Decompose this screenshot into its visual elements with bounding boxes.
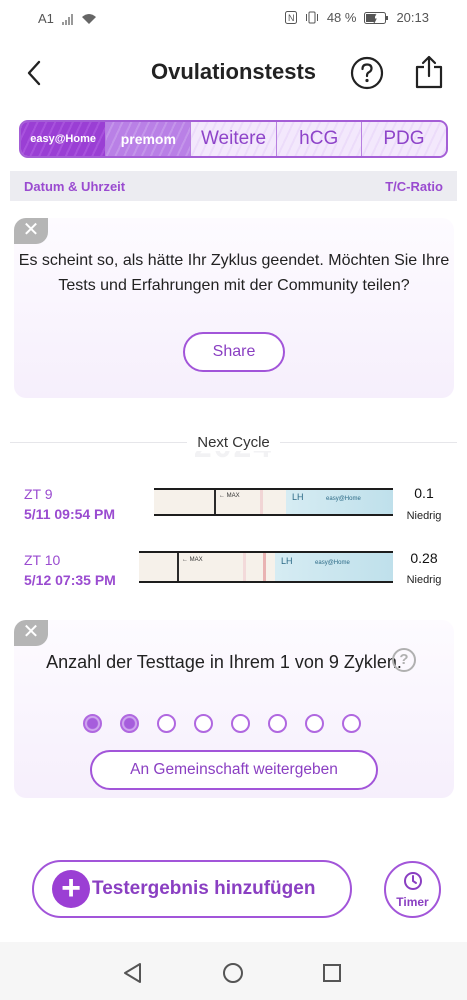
cycle-ended-card: ✕ Es scheint so, als hätte Ihr Zyklus ge…	[14, 218, 454, 398]
test-strip-image: ← MAX LH easy@Home	[154, 488, 393, 516]
question-circle-icon[interactable]	[350, 56, 384, 90]
strip-lh-label: LH	[292, 492, 304, 502]
battery-percent: 48 %	[326, 10, 357, 25]
share-button[interactable]: Share	[183, 332, 285, 372]
testing-days-card: ✕ Anzahl der Testtage in Ihrem 1 von 9 Z…	[14, 620, 454, 798]
day-dot	[231, 714, 250, 733]
status-bar: A1 N 48 % 20:13	[0, 0, 467, 36]
vibrate-icon	[305, 11, 318, 24]
wifi-icon	[81, 13, 96, 24]
cycle-day: ZT 10	[24, 552, 61, 568]
tab-pdg[interactable]: PDG	[360, 122, 446, 156]
strip-max-label: ← MAX	[219, 493, 240, 499]
clock-icon	[404, 872, 422, 890]
column-ratio-label: T/C-Ratio	[385, 179, 443, 194]
lh-level: Niedrig	[406, 510, 442, 522]
tc-ratio-value: 0.28	[410, 550, 438, 566]
test-row[interactable]: ZT 9 5/11 09:54 PM ← MAX LH easy@Home 0.…	[0, 480, 467, 526]
system-nav-bar	[0, 942, 467, 1000]
recents-square-icon[interactable]	[322, 963, 342, 983]
add-test-result-label: Testergebnis hinzufügen	[92, 878, 316, 899]
day-dot	[268, 714, 287, 733]
day-dot	[157, 714, 176, 733]
tab-easy-home[interactable]: easy@Home	[21, 122, 106, 156]
share-icon[interactable]	[413, 54, 445, 90]
test-datetime: 5/12 07:35 PM	[24, 572, 116, 588]
battery-charging-icon	[364, 11, 389, 24]
home-circle-icon[interactable]	[222, 962, 244, 984]
day-dot	[342, 714, 361, 733]
test-row[interactable]: ZT 10 5/12 07:35 PM ← MAX LH easy@Home 0…	[0, 546, 467, 592]
lh-level: Niedrig	[406, 574, 442, 586]
tab-weitere[interactable]: Weitere	[190, 122, 276, 156]
column-date-label: Datum & Uhrzeit	[24, 179, 126, 194]
add-test-result-button[interactable]: + Testergebnis hinzufügen	[32, 860, 352, 918]
clock: 20:13	[396, 10, 429, 25]
day-dot	[305, 714, 324, 733]
day-dot	[194, 714, 213, 733]
close-icon[interactable]: ✕	[14, 218, 48, 244]
tab-premom[interactable]: premom	[105, 122, 191, 156]
plus-circle-icon: +	[52, 870, 90, 908]
app-header: Ovulationstests	[0, 45, 467, 101]
timer-button[interactable]: Timer	[384, 861, 441, 918]
testing-days-message: Anzahl der Testtage in Ihrem 1 von 9 Zyk…	[46, 652, 402, 672]
tab-hcg[interactable]: hCG	[275, 122, 361, 156]
share-community-button[interactable]: An Gemeinschaft weitergeben	[90, 750, 378, 790]
back-triangle-icon[interactable]	[122, 962, 144, 984]
test-strip-image: ← MAX LH easy@Home	[139, 551, 393, 583]
testing-days-indicator	[83, 714, 361, 733]
day-dot	[120, 714, 139, 733]
cycle-ended-message: Es scheint so, als hätte Ihr Zyklus geen…	[18, 252, 450, 294]
svg-text:N: N	[288, 13, 295, 23]
brand-tabs: easy@Home premom Weitere hCG PDG	[19, 120, 448, 158]
signal-icon	[61, 13, 73, 25]
column-header: Datum & Uhrzeit T/C-Ratio	[10, 171, 457, 201]
next-cycle-label: Next Cycle	[0, 434, 467, 451]
page-title: Ovulationstests	[150, 59, 317, 84]
tc-ratio-value: 0.1	[414, 485, 434, 501]
cycle-day: ZT 9	[24, 486, 53, 502]
carrier-label: A1	[38, 11, 54, 26]
close-icon[interactable]: ✕	[14, 620, 48, 646]
test-datetime: 5/11 09:54 PM	[24, 506, 116, 522]
timer-label: Timer	[396, 895, 429, 909]
strip-brand-label: easy@Home	[326, 496, 361, 502]
day-dot	[83, 714, 102, 733]
help-circle-icon[interactable]: ?	[392, 648, 416, 672]
nfc-icon: N	[284, 11, 297, 24]
